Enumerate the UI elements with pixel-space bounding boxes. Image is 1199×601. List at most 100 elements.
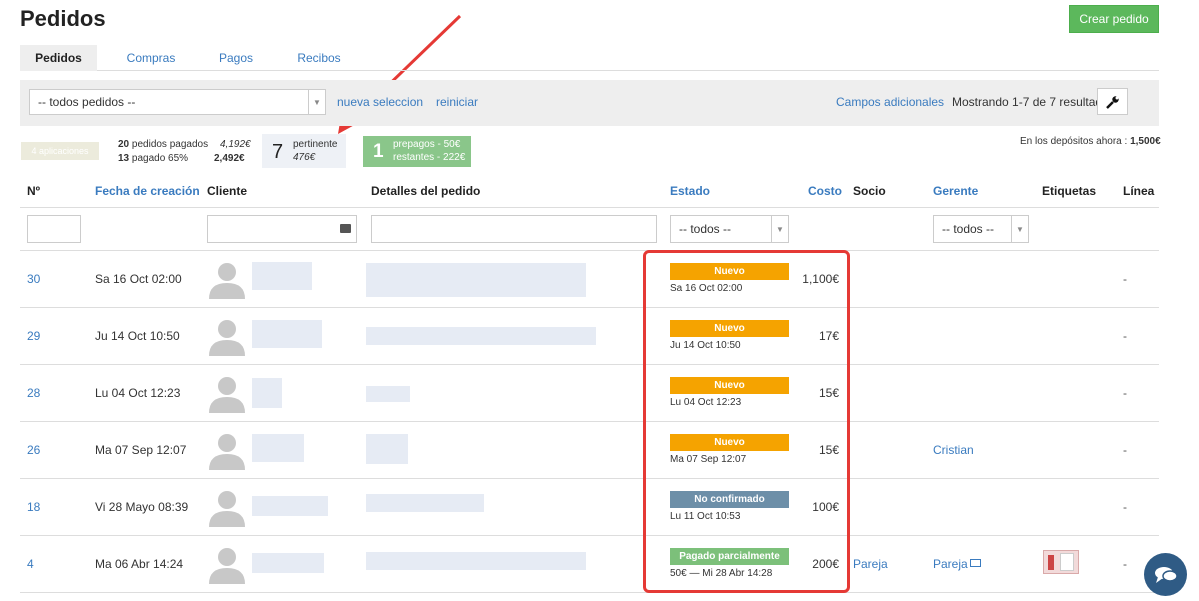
header-divider [20,207,1159,208]
client-name-redacted [252,553,324,573]
avatar-icon [209,434,245,470]
details-filter-input[interactable] [371,215,657,243]
pertinent-count: 7 [272,141,284,163]
row-divider [20,535,1159,536]
avatar-icon [209,263,245,299]
row-divider [20,592,1159,593]
wrench-icon [1105,95,1119,109]
deposits-value: 1,500€ [1130,136,1161,147]
filter-divider [20,250,1159,251]
tab-pagos[interactable]: Pagos [210,45,262,71]
pertinent-box[interactable]: 7 pertinente 476€ [262,134,346,168]
row-divider [20,421,1159,422]
client-name-redacted [252,320,322,348]
row-divider [20,307,1159,308]
tab-bar: Pedidos Compras Pagos Recibos [20,45,1159,71]
row-order-number[interactable]: 26 [27,443,40,457]
reset-link[interactable]: reiniciar [436,95,478,109]
order-details-redacted [366,327,596,345]
row-created-date: Ju 14 Oct 10:50 [95,329,180,343]
col-cost[interactable]: Costo [808,184,842,198]
deposits-label: En los depósitos ahora : [1020,136,1131,147]
paid-pct-label: pagado 65% [131,153,189,164]
orders-select[interactable]: -- todos pedidos -- ▼ [29,89,326,115]
row-created-date: Lu 04 Oct 12:23 [95,386,181,400]
avatar-icon [209,491,245,527]
order-details-redacted [366,263,586,297]
col-status[interactable]: Estado [670,184,710,198]
apps-badge: 4 aplicaciones [21,142,99,160]
col-partner: Socio [853,184,886,198]
chevron-down-icon: ▼ [308,90,325,114]
create-order-button[interactable]: Crear pedido [1069,5,1159,33]
orders-select-value: -- todos pedidos -- [38,95,136,109]
col-tags: Etiquetas [1042,184,1097,198]
prepay-box[interactable]: 1 prepagos - 50€ restantes - 222€ [363,136,471,167]
tag-image [1043,550,1079,574]
manager-filter-select[interactable]: -- todos -- ▼ [933,215,1029,243]
row-divider [20,478,1159,479]
col-manager[interactable]: Gerente [933,184,978,198]
avatar-icon [209,548,245,584]
row-divider [20,364,1159,365]
col-created[interactable]: Fecha de creación [95,184,200,198]
status-filter-select[interactable]: -- todos -- ▼ [670,215,789,243]
additional-fields-link[interactable]: Campos adicionales [836,95,944,109]
status-filter-value: -- todos -- [679,222,732,236]
status-highlight-annotation [643,250,850,593]
chat-button[interactable] [1144,553,1187,596]
row-line: - [1123,500,1127,514]
deposits-now: En los depósitos ahora : 1,500€ [1020,136,1161,147]
tab-compras[interactable]: Compras [117,45,185,71]
row-partner[interactable]: Pareja [853,557,888,571]
paid-pct-amount: 2,492€ [214,153,245,164]
row-line: - [1123,329,1127,343]
col-num: Nº [27,184,41,198]
row-order-number[interactable]: 30 [27,272,40,286]
row-created-date: Vi 28 Mayo 08:39 [95,500,189,514]
client-filter-input[interactable] [207,215,357,243]
client-name-redacted [252,434,304,462]
chat-icon [1154,566,1178,583]
row-line: - [1123,443,1127,457]
calendar-icon [340,224,351,233]
prepay-count: 1 [373,141,384,162]
row-line: - [1123,386,1127,400]
results-count: Mostrando 1-7 de 7 resultados. [952,95,1119,109]
row-manager[interactable]: Cristian [933,443,974,457]
tab-pedidos[interactable]: Pedidos [20,45,97,71]
col-details: Detalles del pedido [371,184,481,198]
client-name-redacted [252,262,312,290]
order-details-redacted [366,552,586,570]
manager-filter-value: -- todos -- [942,222,995,236]
paid-pct-stat: 13 pagado 65% [118,153,188,164]
paid-orders-stat: 20 pedidos pagados [118,139,208,150]
remaining-label: restantes - 222€ [393,152,466,163]
row-line: - [1123,272,1127,286]
chevron-down-icon: ▼ [1011,216,1028,242]
client-name-redacted [252,496,328,516]
col-line: Línea [1123,184,1155,198]
settings-button[interactable] [1097,88,1128,115]
order-details-redacted [366,494,484,512]
row-order-number[interactable]: 29 [27,329,40,343]
pertinent-amount: 476€ [293,152,316,163]
row-created-date: Sa 16 Oct 02:00 [95,272,182,286]
num-filter-input[interactable] [27,215,81,243]
client-name-redacted [252,378,282,408]
row-manager[interactable]: Pareja [933,557,968,571]
row-created-date: Ma 07 Sep 12:07 [95,443,187,457]
order-details-redacted [366,386,410,402]
row-line: - [1123,557,1127,571]
tab-recibos[interactable]: Recibos [288,45,350,71]
paid-amount: 4,192€ [220,139,251,150]
page-title: Pedidos [20,6,106,31]
row-order-number[interactable]: 28 [27,386,40,400]
row-order-number[interactable]: 4 [27,557,34,571]
paid-label: pedidos pagados [131,139,209,150]
row-created-date: Ma 06 Abr 14:24 [95,557,184,571]
avatar-icon [209,377,245,413]
row-order-number[interactable]: 18 [27,500,40,514]
paid-count: 20 [118,139,130,150]
new-selection-link[interactable]: nueva seleccion [337,95,423,109]
